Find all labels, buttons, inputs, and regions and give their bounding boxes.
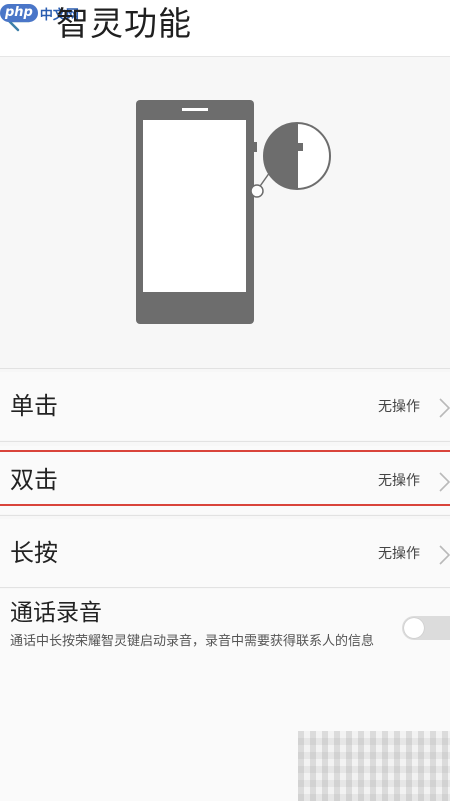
watermark-logo: php xyxy=(0,4,38,22)
row-label-double-click: 双击 xyxy=(10,466,58,494)
row-double-click[interactable]: 双击 无操作 xyxy=(0,446,450,514)
call-recording-title: 通话录音 xyxy=(10,600,102,626)
chevron-right-icon xyxy=(439,472,450,492)
phone-illustration-icon xyxy=(136,100,331,324)
divider xyxy=(0,441,450,442)
row-single-click[interactable]: 单击 无操作 xyxy=(0,372,450,440)
call-recording-toggle[interactable] xyxy=(402,616,450,640)
row-value-double-click: 无操作 xyxy=(378,473,420,489)
row-value-single-click: 无操作 xyxy=(378,399,420,415)
divider xyxy=(0,368,450,369)
chevron-right-icon xyxy=(439,545,450,565)
call-recording-description: 通话中长按荣耀智灵键启动录音，录音中需要获得联系人的信息 xyxy=(10,634,375,649)
chevron-right-icon xyxy=(439,398,450,418)
watermark-blur xyxy=(298,731,450,801)
divider xyxy=(0,515,450,516)
row-long-press[interactable]: 长按 无操作 xyxy=(0,519,450,587)
app-header: php 中文网 智灵功能 xyxy=(0,0,450,57)
page-title: 智灵功能 xyxy=(56,4,192,43)
row-label-long-press: 长按 xyxy=(10,539,58,567)
row-label-single-click: 单击 xyxy=(10,392,58,420)
row-value-long-press: 无操作 xyxy=(378,546,420,562)
divider xyxy=(0,587,450,588)
toggle-knob xyxy=(404,618,424,638)
bottom-area xyxy=(0,689,450,801)
call-recording-setting: 通话录音 通话中长按荣耀智灵键启动录音，录音中需要获得联系人的信息 xyxy=(0,589,450,689)
illustration-area xyxy=(0,57,450,368)
